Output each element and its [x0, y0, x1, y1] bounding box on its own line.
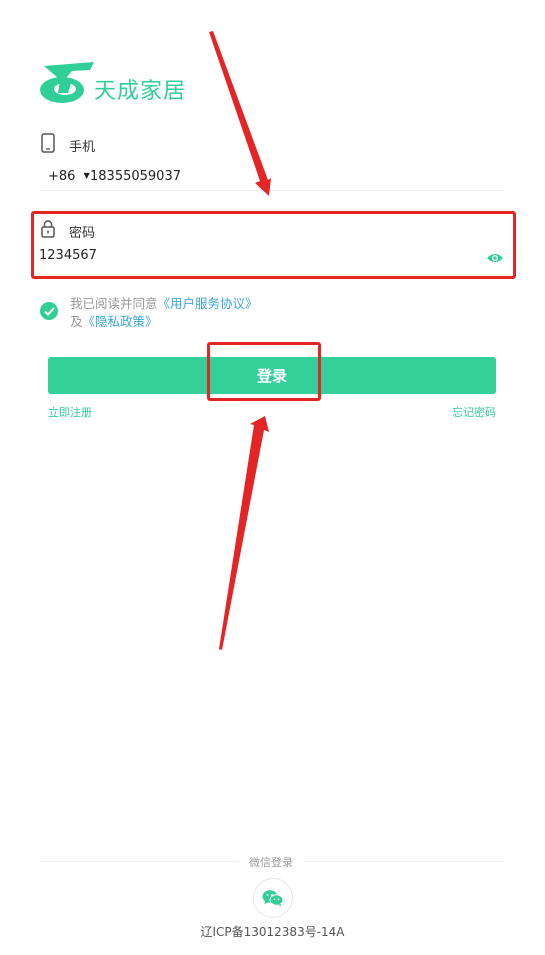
- annotation-arrow-up: [219, 416, 269, 650]
- annotation-arrow-down: [209, 31, 271, 196]
- wechat-login-label: 微信登录: [239, 854, 303, 870]
- wechat-icon: [262, 890, 284, 907]
- icp-text: 辽ICP备13012383号-14A: [200, 925, 345, 939]
- annotation-arrows: [209, 31, 271, 650]
- wechat-login-button[interactable]: [253, 878, 293, 918]
